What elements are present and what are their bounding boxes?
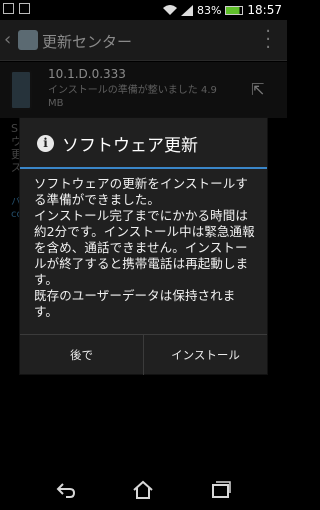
clock: 18:57: [247, 3, 282, 17]
update-center-app-icon[interactable]: [18, 30, 38, 50]
later-button[interactable]: 後で: [20, 335, 143, 375]
dialog-title-divider: [20, 167, 267, 169]
info-icon: i: [37, 135, 54, 152]
software-update-dialog: i ソフトウェア更新 ソフトウェアの更新をインストールする準備ができました。 イ…: [20, 118, 267, 375]
update-status-line: インストールの準備が整いました 4.9 MB: [48, 84, 233, 110]
wifi-icon: [162, 5, 177, 15]
back-icon[interactable]: [54, 478, 78, 502]
dialog-title: ソフトウェア更新: [62, 136, 198, 156]
signal-icon: [180, 4, 193, 16]
navigation-bar: [0, 470, 287, 510]
checkbox-notification-icon: [3, 3, 14, 14]
share-icon[interactable]: ⇱: [251, 80, 269, 99]
recent-apps-icon[interactable]: [208, 478, 232, 502]
battery-percentage: 83%: [196, 3, 222, 17]
action-bar: ‹ 更新センター · · ·: [0, 20, 287, 61]
action-bar-title: 更新センター: [42, 33, 133, 51]
dialog-header: i ソフトウェア更新: [20, 118, 267, 166]
dialog-message: ソフトウェアの更新をインストールする準備ができました。 インストール完了までにか…: [34, 176, 255, 319]
dialog-button-bar: 後で インストール: [20, 334, 267, 375]
phone-icon: [10, 70, 32, 110]
update-status: インストールの準備が整いました: [48, 85, 198, 96]
image-notification-icon: [19, 3, 30, 14]
update-item[interactable]: 10.1.D.0.333 インストールの準備が整いました 4.9 MB ⇱: [0, 62, 287, 118]
update-version: 10.1.D.0.333: [48, 67, 126, 81]
overflow-menu-icon[interactable]: · · ·: [265, 23, 271, 57]
up-chevron-icon[interactable]: ‹: [4, 29, 11, 50]
status-bar: 83% 18:57: [0, 0, 287, 20]
home-icon[interactable]: [131, 478, 155, 502]
install-button[interactable]: インストール: [143, 335, 267, 375]
battery-icon: [225, 5, 244, 15]
